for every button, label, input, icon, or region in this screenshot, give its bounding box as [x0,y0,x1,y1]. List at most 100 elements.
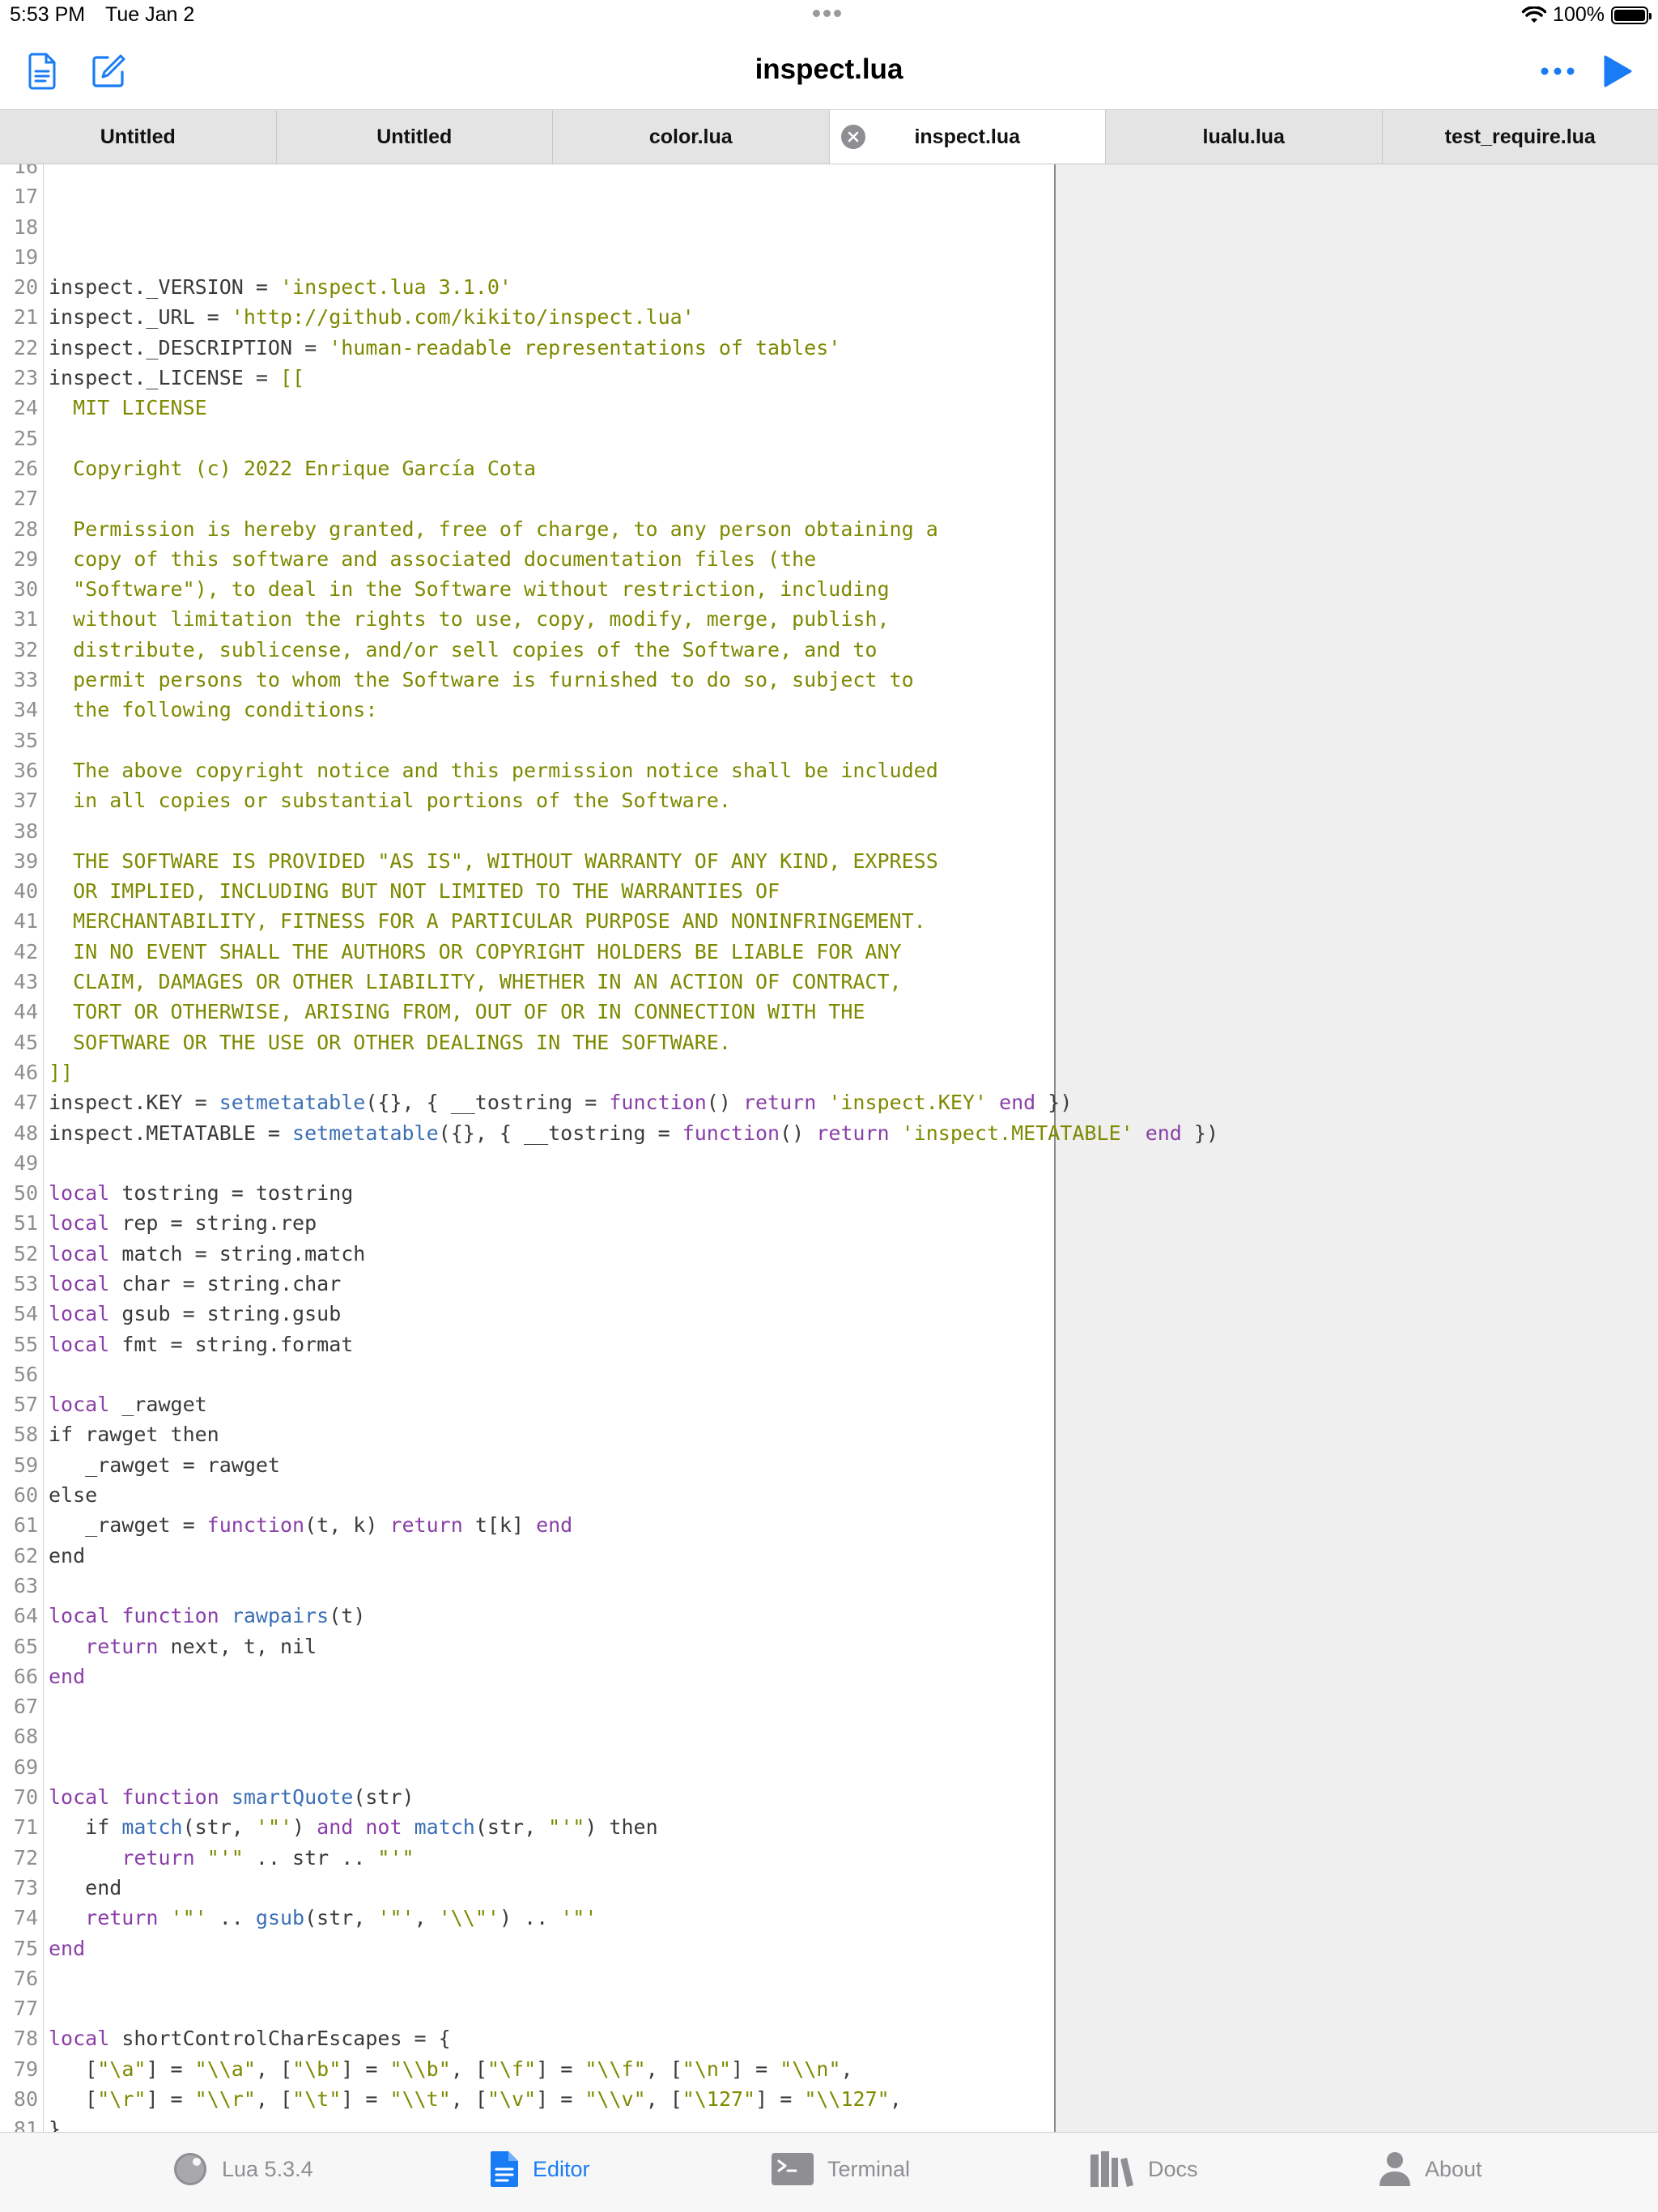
code-line[interactable]: 74 return '"' .. gsub(str, '"', '\\"') .… [0,1903,1658,1933]
line-content: permit persons to whom the Software is f… [44,665,914,695]
tab-lua-version[interactable]: Lua 5.3.4 [172,2150,313,2188]
tab-inspect-lua[interactable]: inspect.lua [829,110,1106,164]
multitasking-dots-icon[interactable] [811,6,843,21]
code-line[interactable]: 80 ["\r"] = "\\r", ["\t"] = "\\t", ["\v"… [0,2084,1658,2115]
tab-terminal[interactable]: Terminal [771,2150,910,2188]
code-lines[interactable]: 16 17 18 19 20 inspect._VERSION = 'inspect.lu… [0,164,1658,2132]
code-line[interactable]: 22 inspect._DESCRIPTION = 'human-readable… [0,332,1658,364]
code-line[interactable]: 43 CLAIM, DAMAGES OR OTHER LIABILITY, WH… [0,967,1658,998]
code-line[interactable]: 36 The above copyright notice and this p… [0,755,1658,786]
code-line[interactable]: 19 [0,241,1658,273]
code-line[interactable]: 55 local fmt = string.format [0,1329,1658,1359]
tab-docs[interactable]: Docs [1090,2150,1198,2188]
code-line[interactable]: 61 _rawget = function(t, k) return t[k] … [0,1510,1658,1541]
code-line[interactable]: 30 "Software"), to deal in the Software … [0,574,1658,605]
code-line[interactable]: 68 [0,1721,1658,1752]
code-token: "Software"), to deal in the Software wit… [49,577,890,602]
code-line[interactable]: 29 copy of this software and associated … [0,543,1658,575]
code-token: '"' [170,1906,207,1930]
code-line[interactable]: 66 end [0,1661,1658,1692]
tab-untitled-1[interactable]: Untitled [0,110,277,164]
tab-about[interactable]: About [1378,2150,1482,2188]
code-line[interactable]: 67 [0,1691,1658,1722]
code-line[interactable]: 69 [0,1751,1658,1783]
tab-editor[interactable]: Editor [489,2150,590,2188]
code-line[interactable]: 35 [0,725,1658,755]
code-line[interactable]: 81} [0,2114,1658,2132]
tab-test-require-lua[interactable]: test_require.lua [1383,110,1658,164]
code-line[interactable]: 71 if match(str, '"') and not match(str,… [0,1812,1658,1843]
code-token: inspect._VERSION = [49,275,280,300]
code-line[interactable]: 27 [0,483,1658,514]
code-line[interactable]: 44 TORT OR OTHERWISE, ARISING FROM, OUT … [0,997,1658,1027]
code-line[interactable]: 58 if rawget then [0,1419,1658,1450]
code-line[interactable]: 41 MERCHANTABILITY, FITNESS FOR A PARTIC… [0,906,1658,937]
run-button[interactable] [1596,50,1639,92]
code-line[interactable]: 16 [0,164,1658,182]
close-icon [848,131,858,143]
code-line[interactable]: 56 [0,1359,1658,1390]
line-content: inspect.KEY = setmetatable({}, { __tostr… [44,1087,1072,1117]
code-line[interactable]: 37 in all copies or substantial portions… [0,785,1658,816]
line-content: return '"' .. gsub(str, '"', '\\"') .. '… [44,1903,597,1933]
code-line[interactable]: 21 inspect._URL = 'http://github.com/kiki… [0,302,1658,333]
code-line[interactable]: 53 local char = string.char [0,1268,1658,1300]
code-line[interactable]: 23 inspect._LICENSE = [[ [0,363,1658,393]
code-line[interactable]: 64 local function rawpairs(t) [0,1601,1658,1631]
code-line[interactable]: 65 return next, t, nil [0,1631,1658,1661]
line-number: 21 [0,302,44,333]
code-line[interactable]: 57 local _rawget [0,1389,1658,1420]
tab-color-lua[interactable]: color.lua [553,110,830,164]
code-token: next, t, nil [158,1634,317,1658]
line-content [44,1571,49,1601]
code-line[interactable]: 50 local tostring = tostring [0,1178,1658,1209]
code-line[interactable]: 32 distribute, sublicense, and/or sell c… [0,634,1658,666]
tab-lualu-lua[interactable]: lualu.lua [1106,110,1383,164]
code-line[interactable]: 77 [0,1993,1658,2024]
code-line[interactable]: 59 _rawget = rawget [0,1449,1658,1481]
code-line[interactable]: 45 SOFTWARE OR THE USE OR OTHER DEALINGS… [0,1027,1658,1057]
code-line[interactable]: 62 end [0,1540,1658,1571]
code-line[interactable]: 40 OR IMPLIED, INCLUDING BUT NOT LIMITED… [0,876,1658,907]
code-line[interactable]: 34 the following conditions: [0,695,1658,725]
close-tab-button[interactable] [840,125,865,149]
code-line[interactable]: 73 end [0,1872,1658,1904]
code-line[interactable]: 54 local gsub = string.gsub [0,1299,1658,1329]
code-line[interactable]: 33 permit persons to whom the Software i… [0,665,1658,696]
code-line[interactable]: 46]] [0,1057,1658,1088]
code-line[interactable]: 28 Permission is hereby granted, free of… [0,513,1658,544]
tab-untitled-2[interactable]: Untitled [277,110,553,164]
code-line[interactable]: 72 return "'" .. str .. "'" [0,1842,1658,1873]
status-date: Tue Jan 2 [105,3,195,26]
code-line[interactable]: 25 [0,423,1658,453]
code-line[interactable]: 63 [0,1570,1658,1602]
code-editor[interactable]: 16 17 18 19 20 inspect._VERSION = 'inspect.lu… [0,164,1658,2132]
code-line[interactable]: 79 ["\a"] = "\\a", ["\b"] = "\\b", ["\f"… [0,2053,1658,2084]
code-token: (t, k) [304,1513,390,1538]
code-line[interactable]: 51 local rep = string.rep [0,1208,1658,1239]
code-line[interactable]: 60 else [0,1480,1658,1511]
code-line[interactable]: 76 [0,1963,1658,1994]
code-line[interactable]: 42 IN NO EVENT SHALL THE AUTHORS OR COPY… [0,936,1658,968]
code-line[interactable]: 24 MIT LICENSE [0,393,1658,423]
code-line[interactable]: 38 [0,815,1658,846]
code-line[interactable]: 39 THE SOFTWARE IS PROVIDED "AS IS", WIT… [0,845,1658,877]
code-line[interactable]: 52 local match = string.match [0,1238,1658,1269]
code-line[interactable]: 47 inspect.KEY = setmetatable({}, { __tos… [0,1087,1658,1118]
code-line[interactable]: 70 local function smartQuote(str) [0,1782,1658,1813]
line-content: local gsub = string.gsub [44,1299,341,1329]
code-line[interactable]: 78 local shortControlCharEscapes = { [0,2023,1658,2054]
line-content: distribute, sublicense, and/or sell copi… [44,635,877,665]
code-line[interactable]: 17 [0,181,1658,212]
code-line[interactable]: 75 end [0,1933,1658,1963]
code-token: copy of this software and associated doc… [49,547,817,571]
code-line[interactable]: 48 inspect.METATABLE = setmetatable({}, {… [0,1117,1658,1148]
code-line[interactable]: 20 inspect._VERSION = 'inspect.lua 3.1.0' [0,272,1658,303]
line-content: SOFTWARE OR THE USE OR OTHER DEALINGS IN… [44,1027,731,1057]
code-line[interactable]: 31 without limitation the rights to use,… [0,604,1658,635]
line-content: ["\r"] = "\\r", ["\t"] = "\\t", ["\v"] =… [44,2084,902,2114]
code-line[interactable]: 49 [0,1147,1658,1179]
more-button[interactable] [1537,50,1579,92]
code-line[interactable]: 18 [0,211,1658,242]
code-line[interactable]: 26 Copyright (c) 2022 Enrique García Cot… [0,453,1658,484]
